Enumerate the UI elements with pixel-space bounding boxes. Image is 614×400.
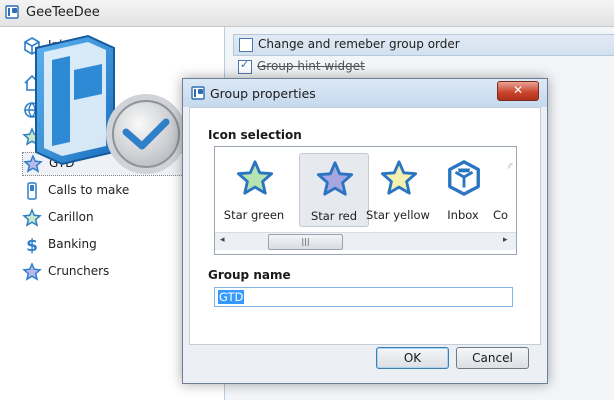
ok-button[interactable]: OK [376, 347, 449, 369]
option-label: Change and remeber group order [258, 37, 460, 51]
icon-option-label: Star green [223, 208, 285, 222]
option-change-group-order[interactable]: Change and remeber group order [233, 34, 614, 56]
horizontal-scrollbar[interactable]: ◂ ||| ▸ [215, 232, 516, 250]
geeteedee-logo-icon [35, 34, 186, 174]
option-group-hint-widget[interactable]: Group hint widget [233, 57, 613, 77]
icon-option-star-green[interactable]: Star green [220, 153, 288, 225]
icon-option-label: Inbox [447, 208, 479, 222]
icon-selection-label: Icon selection [208, 128, 302, 142]
option-label: Group hint widget [257, 59, 365, 73]
svg-text:$: $ [26, 236, 38, 255]
dialog-titlebar[interactable]: Group properties ✕ [183, 79, 547, 107]
star-red-icon [22, 262, 42, 281]
inbox-icon [448, 160, 480, 196]
checkbox[interactable] [239, 38, 253, 52]
scroll-right-arrow-icon[interactable]: ▸ [503, 235, 508, 245]
phone-icon [27, 182, 37, 200]
scroll-left-arrow-icon[interactable]: ◂ [220, 235, 225, 245]
star-green-icon [236, 160, 274, 195]
dollar-icon: $ [26, 236, 38, 255]
star-yellow-icon [380, 160, 418, 195]
group-name-value: GTD [218, 290, 245, 304]
dialog-title: Group properties [210, 86, 316, 101]
star-icon [22, 208, 42, 227]
window-titlebar: GeeTeeDee [0, 0, 614, 27]
icon-option-inbox[interactable]: Inbox [429, 153, 497, 225]
icon-option-partial[interactable]: Co [493, 153, 516, 225]
group-properties-dialog: Group properties ✕ Icon selection Star g… [182, 78, 548, 384]
sidebar-item-label: Calls to make [48, 183, 130, 197]
scroll-thumb[interactable]: ||| [268, 234, 343, 250]
group-name-input[interactable]: GTD [214, 287, 513, 307]
sidebar-item-label: Banking [48, 237, 97, 251]
group-name-label: Group name [208, 268, 291, 282]
sidebar-item-label: Carillon [48, 210, 94, 224]
app-logo-icon [5, 5, 19, 19]
icon-option-star-yellow[interactable]: Star yellow [364, 153, 432, 225]
close-button[interactable]: ✕ [497, 81, 539, 101]
icon-selection-list[interactable]: Star green Star red Star yellow Inbox Co… [214, 146, 517, 255]
star-red-icon [316, 161, 354, 196]
app-logo-icon [191, 86, 205, 100]
app-title: GeeTeeDee [26, 5, 100, 20]
checkbox-checked[interactable] [238, 58, 252, 74]
partial-icon [507, 162, 513, 169]
sidebar-item-label: Crunchers [48, 264, 110, 278]
cancel-button[interactable]: Cancel [456, 347, 529, 369]
icon-option-label: Co [493, 208, 509, 222]
